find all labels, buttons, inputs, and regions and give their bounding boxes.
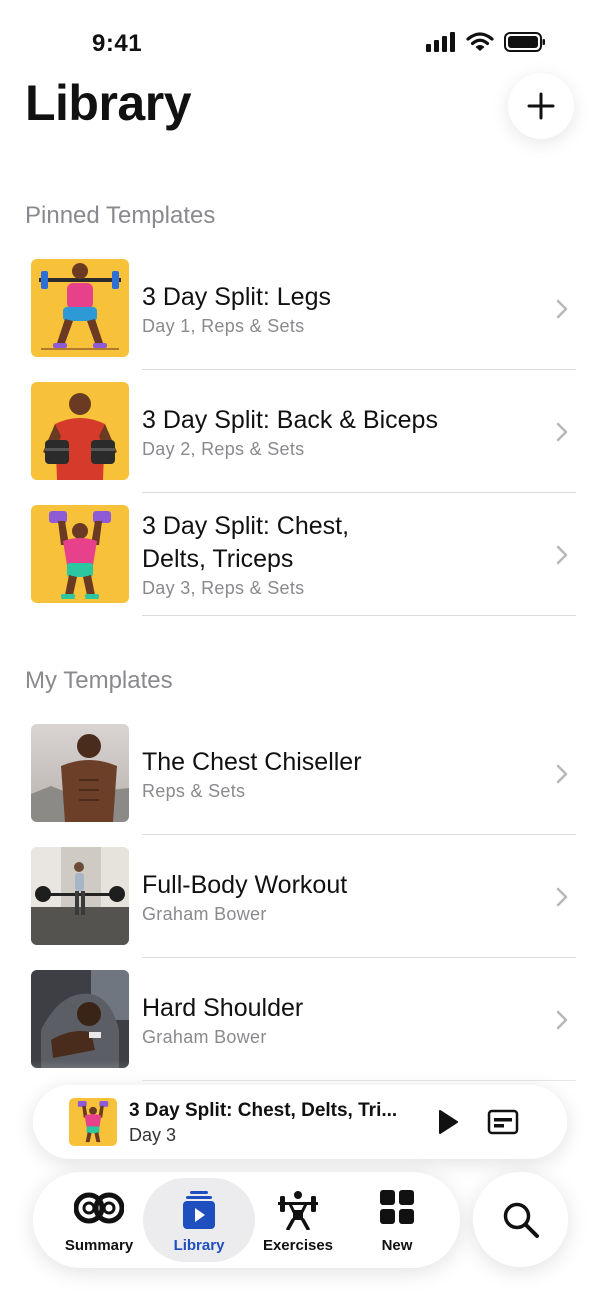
tab-bar: Summary Library Exercises New — [33, 1172, 460, 1268]
battery-icon — [504, 32, 545, 52]
page-title: Library — [25, 75, 192, 131]
back-biceps-thumbnail — [31, 382, 129, 480]
add-button[interactable] — [508, 73, 574, 139]
item-title: Full-Body Workout — [142, 870, 348, 899]
play-icon[interactable] — [437, 1109, 459, 1135]
chevron-right-icon — [556, 764, 568, 783]
item-title: 3 Day Split: Chest, Delts, Triceps — [142, 512, 350, 573]
queue-icon[interactable] — [487, 1109, 519, 1135]
chevron-right-icon — [556, 1010, 568, 1029]
tab-label: Library — [173, 1237, 225, 1254]
item-title: 3 Day Split: Back & Biceps — [142, 405, 438, 434]
chevron-right-icon — [556, 545, 568, 564]
tab-summary[interactable]: Summary — [43, 1178, 155, 1262]
item-title: Hard Shoulder — [142, 993, 304, 1022]
list-item[interactable]: Full-Body Workout Graham Bower — [0, 835, 600, 958]
pinned-templates-list: 3 Day Split: Legs Day 1, Reps & Sets 3 D… — [0, 247, 600, 616]
tab-label: Exercises — [262, 1237, 334, 1254]
item-subtitle: Day 2, Reps & Sets — [142, 438, 305, 459]
item-subtitle: Day 3, Reps & Sets — [142, 578, 305, 598]
mini-player-subtitle: Day 3 — [129, 1125, 177, 1145]
mini-player-title: 3 Day Split: Chest, Delts, Tri... — [129, 1100, 398, 1121]
wifi-icon — [466, 32, 494, 51]
hard-shoulder-photo — [31, 970, 129, 1068]
item-title: The Chest Chiseller — [142, 747, 362, 776]
item-subtitle: Graham Bower — [142, 903, 267, 924]
tab-label: New — [381, 1237, 413, 1254]
mini-player[interactable]: 3 Day Split: Chest, Delts, Tri... Day 3 — [33, 1085, 567, 1159]
tab-exercises[interactable]: Exercises — [242, 1178, 354, 1262]
my-templates-header: My Templates — [25, 667, 173, 694]
grid-icon — [380, 1190, 414, 1224]
item-subtitle: Reps & Sets — [142, 780, 246, 801]
divider — [142, 615, 576, 616]
tab-new[interactable]: New — [341, 1178, 453, 1262]
chest-chiseller-photo — [31, 724, 129, 822]
tab-label: Summary — [64, 1237, 134, 1254]
mini-player-thumbnail — [69, 1098, 117, 1146]
list-item[interactable]: The Chest Chiseller Reps & Sets — [0, 712, 600, 835]
chest-delts-triceps-thumbnail — [31, 505, 129, 603]
list-item[interactable]: 3 Day Split: Legs Day 1, Reps & Sets — [0, 247, 600, 370]
rings-icon — [74, 1192, 124, 1224]
weightlifter-icon — [278, 1191, 318, 1230]
chevron-right-icon — [556, 887, 568, 906]
legs-thumbnail — [31, 259, 129, 357]
item-subtitle: Graham Bower — [142, 1026, 267, 1047]
full-body-workout-photo — [31, 847, 129, 945]
search-icon — [503, 1202, 539, 1238]
search-button[interactable] — [473, 1172, 568, 1267]
list-item[interactable]: 3 Day Split: Back & Biceps Day 2, Reps &… — [0, 370, 600, 493]
status-bar: 9:41 — [0, 0, 600, 80]
status-icons — [426, 32, 546, 52]
tab-library[interactable]: Library — [143, 1178, 255, 1262]
chevron-right-icon — [556, 299, 568, 318]
plus-icon — [527, 92, 555, 120]
status-time: 9:41 — [92, 30, 143, 57]
item-subtitle: Day 1, Reps & Sets — [142, 315, 305, 336]
item-title: 3 Day Split: Legs — [142, 282, 331, 311]
signal-icon — [426, 32, 455, 52]
library-icon — [183, 1191, 215, 1229]
list-item[interactable]: 3 Day Split: Chest, Delts, Triceps Day 3… — [0, 493, 600, 616]
pinned-templates-header: Pinned Templates — [25, 202, 216, 229]
chevron-right-icon — [556, 422, 568, 441]
my-templates-list: The Chest Chiseller Reps & Sets Full-Bod… — [0, 712, 600, 1081]
